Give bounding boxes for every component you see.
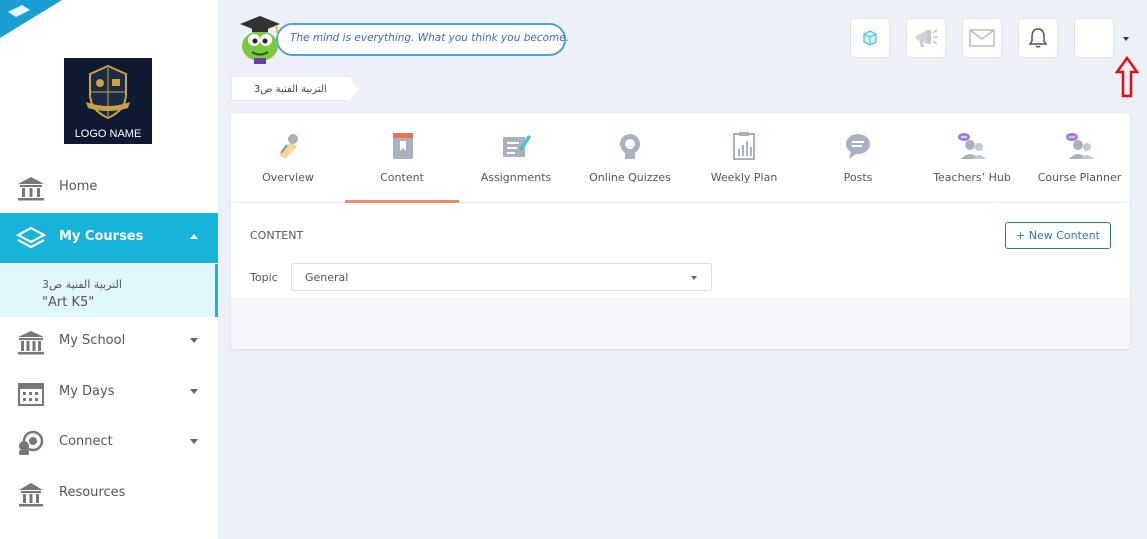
envelope-icon: [969, 29, 995, 47]
clipboard-chart-icon: [733, 132, 755, 160]
home-building-icon: [18, 177, 44, 201]
topic-selected-value: General: [305, 271, 349, 284]
course-code: "Art K5": [42, 295, 95, 310]
tab-teachers-hub[interactable]: Teachers’ Hub: [915, 113, 1029, 203]
chevron-down-icon[interactable]: [190, 389, 198, 394]
chevron-down-icon: [691, 276, 697, 280]
user-avatar-button[interactable]: [1074, 18, 1114, 58]
megaphone-icon: [916, 29, 938, 47]
content-list-area: [231, 297, 1130, 349]
course-arabic-name: التربية الفنية ص3: [42, 278, 122, 291]
stack-layers-icon: [16, 226, 46, 249]
sidebar-item-connect[interactable]: Connect: [0, 418, 218, 468]
svg-text:...: ...: [627, 141, 634, 149]
chevron-down-icon[interactable]: [190, 439, 198, 444]
motivational-quote: The mind is everything. What you think y…: [290, 32, 570, 44]
sidebar-subitem-course[interactable]: التربية الفنية ص3 "Art K5": [0, 264, 218, 317]
tab-label: Posts: [843, 171, 873, 184]
chevron-up-icon: [190, 234, 198, 239]
overview-pin-icon: [279, 134, 298, 159]
speech-bubble-icon: [846, 134, 870, 159]
red-arrow-annotation-icon: [1115, 56, 1139, 98]
app-corner-logo-icon[interactable]: [0, 0, 62, 40]
topic-select[interactable]: General: [291, 263, 712, 291]
section-title: CONTENT: [250, 229, 304, 242]
breadcrumb[interactable]: التربية الفنية ص3: [231, 76, 358, 102]
tab-label: Teachers’ Hub: [933, 171, 1011, 184]
tab-posts[interactable]: Posts: [801, 113, 915, 203]
library-building-icon: [19, 483, 43, 507]
chevron-down-icon[interactable]: [190, 338, 198, 343]
sidebar: LOGO NAME Home My Courses التربية الفنية…: [0, 0, 218, 539]
sidebar-item-label: Connect: [59, 434, 113, 449]
tab-weekly-plan[interactable]: Weekly Plan: [687, 113, 801, 203]
sidebar-item-label: Home: [59, 179, 98, 194]
header-puzzle-button[interactable]: [850, 18, 890, 58]
sidebar-item-resources[interactable]: Resources: [0, 469, 218, 519]
course-content-card: Overview Content Assignments ... Online …: [231, 113, 1130, 349]
tab-label: Content: [380, 171, 424, 184]
tab-content[interactable]: Content: [345, 113, 459, 203]
tab-label: Assignments: [480, 171, 552, 184]
sidebar-item-my-courses[interactable]: My Courses: [0, 213, 218, 263]
user-menu-caret-icon[interactable]: [1123, 37, 1129, 41]
course-tabs: Overview Content Assignments ... Online …: [231, 113, 1130, 203]
header-notifications-button[interactable]: [1018, 18, 1058, 58]
assignment-pen-icon: [503, 135, 531, 157]
mascot-icon: [240, 16, 280, 64]
connect-users-icon: [19, 430, 44, 455]
sidebar-item-home[interactable]: Home: [0, 163, 218, 213]
book-icon: [393, 133, 413, 159]
sidebar-item-label: My Days: [59, 384, 115, 399]
school-logo: LOGO NAME: [64, 58, 152, 144]
sidebar-item-label: My School: [59, 333, 126, 348]
header-messages-button[interactable]: [962, 18, 1002, 58]
sidebar-item-label: Resources: [59, 485, 126, 500]
puzzle-cube-icon: [863, 30, 877, 46]
sidebar-item-my-days[interactable]: My Days: [0, 368, 218, 418]
tab-label: Course Planner: [1037, 171, 1122, 184]
crest-icon: [86, 64, 130, 120]
topic-label: Topic: [250, 271, 278, 284]
bell-icon: [1028, 28, 1048, 48]
tab-label: Online Quizzes: [589, 171, 671, 184]
calendar-icon: [18, 383, 44, 406]
tab-online-quizzes[interactable]: ... Online Quizzes: [573, 113, 687, 203]
sidebar-item-my-school[interactable]: My School: [0, 317, 218, 367]
quiz-head-icon: ...: [620, 134, 640, 159]
tab-course-planner[interactable]: Course Planner: [1029, 113, 1130, 203]
tab-assignments[interactable]: Assignments: [459, 113, 573, 203]
tab-label: Overview: [262, 171, 314, 184]
logo-name-text: LOGO NAME: [74, 128, 142, 140]
header-announcements-button[interactable]: [906, 18, 946, 58]
sidebar-item-label: My Courses: [59, 229, 144, 244]
teachers-chat-icon: [958, 133, 986, 159]
planner-users-icon: [1066, 133, 1094, 159]
tab-label: Weekly Plan: [710, 171, 778, 184]
school-building-icon: [18, 331, 44, 355]
new-content-button[interactable]: + New Content: [1005, 222, 1111, 249]
tab-overview[interactable]: Overview: [231, 113, 345, 203]
